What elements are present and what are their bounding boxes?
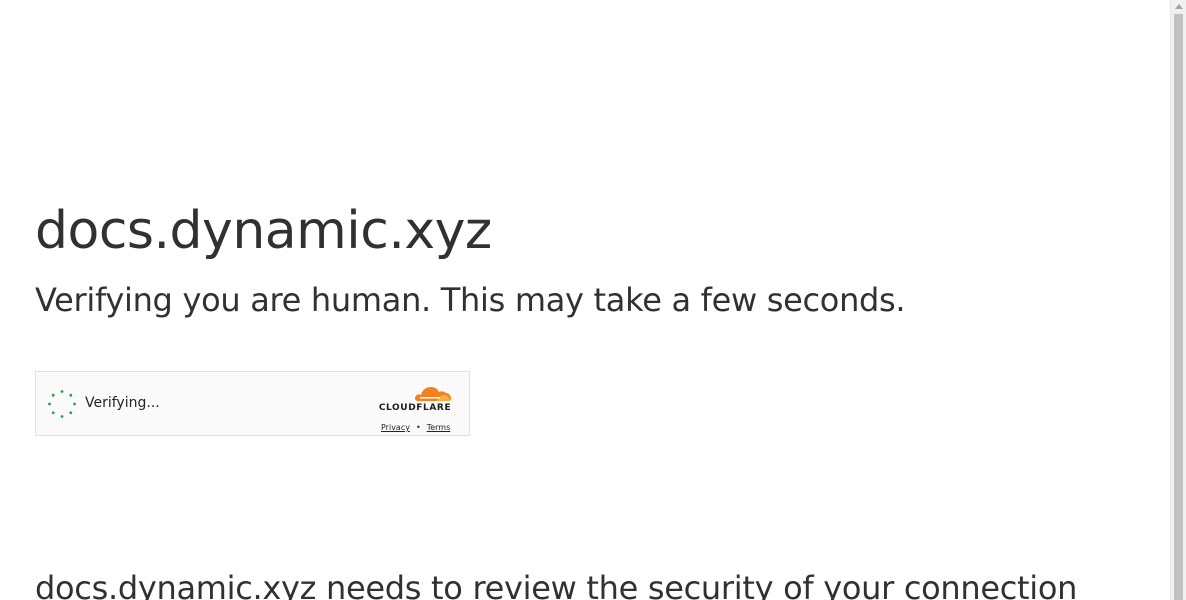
scrollbar-thumb[interactable] xyxy=(1174,14,1183,600)
security-review-text: docs.dynamic.xyz needs to review the sec… xyxy=(35,569,1078,600)
cloudflare-cloud-icon xyxy=(414,387,451,401)
cloudflare-wordmark: CLOUDFLARE xyxy=(378,403,452,413)
turnstile-widget[interactable]: Verifying... CLOUDFLARE Privacy • Terms xyxy=(35,371,470,436)
verifying-status: Verifying... xyxy=(85,395,160,411)
verification-subtitle: Verifying you are human. This may take a… xyxy=(35,281,906,319)
privacy-link[interactable]: Privacy xyxy=(381,423,410,432)
vertical-scrollbar[interactable] xyxy=(1170,0,1186,600)
loading-spinner-icon xyxy=(48,390,76,418)
link-separator: • xyxy=(415,423,421,432)
challenge-page: docs.dynamic.xyz Verifying you are human… xyxy=(0,0,1170,600)
cloudflare-logo: CLOUDFLARE Privacy • Terms xyxy=(375,381,455,432)
cloudflare-links: Privacy • Terms xyxy=(381,423,461,432)
site-title: docs.dynamic.xyz xyxy=(35,201,492,261)
terms-link[interactable]: Terms xyxy=(427,423,451,432)
scroll-up-arrow-icon[interactable] xyxy=(1175,4,1183,9)
